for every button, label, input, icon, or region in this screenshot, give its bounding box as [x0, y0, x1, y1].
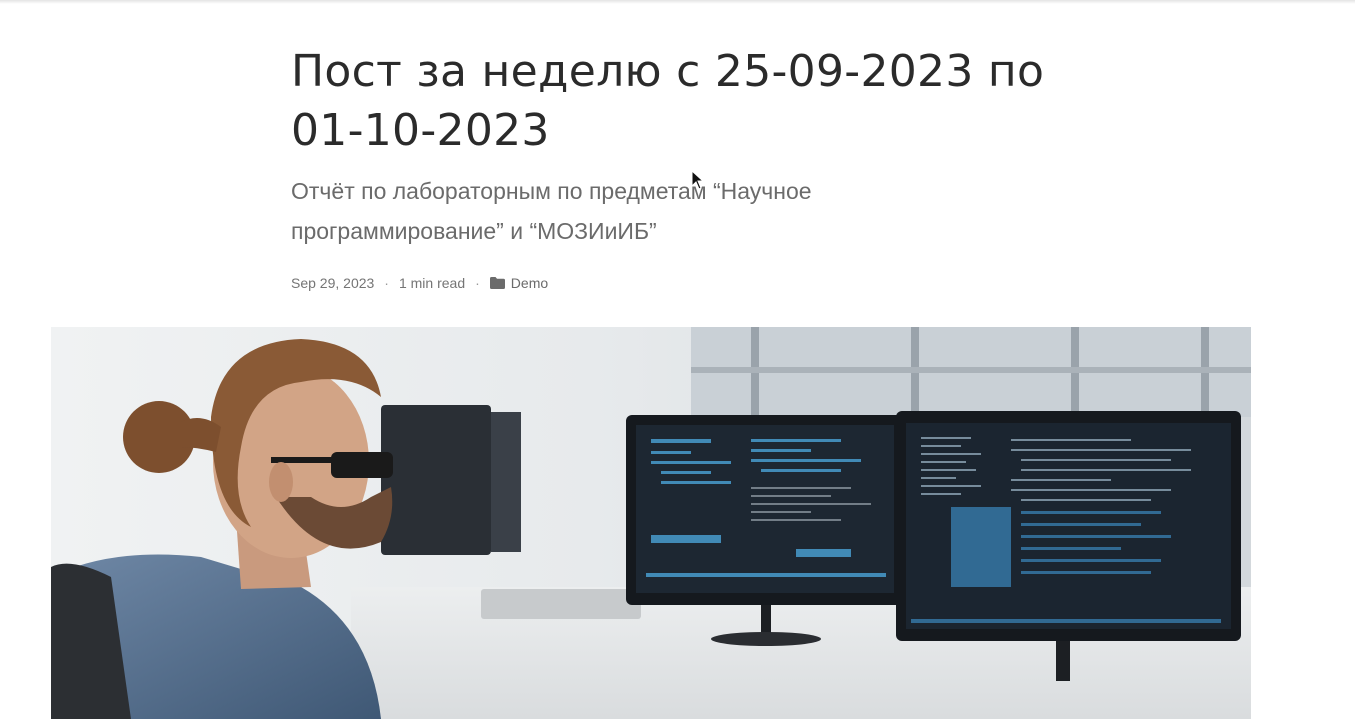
post-subtitle: Отчёт по лабораторным по предметам “Науч…: [291, 178, 812, 244]
top-shadow: [0, 0, 1355, 4]
folder-icon: [489, 277, 505, 289]
category-label: Demo: [510, 275, 549, 291]
mouse-cursor-icon: [691, 170, 705, 190]
programmer-at-monitors-photo: [51, 327, 1251, 719]
category-link[interactable]: Demo: [489, 275, 549, 291]
hero-image: [51, 327, 1251, 719]
meta-separator: ·: [475, 275, 480, 291]
meta-separator: ·: [384, 275, 389, 291]
read-time: 1 min read: [398, 275, 466, 291]
page-title: Пост за неделю с 25-09-2023 по 01-10-202…: [291, 46, 1045, 156]
post-date: Sep 29, 2023: [291, 275, 375, 291]
post-meta: Sep 29, 2023 · 1 min read · Demo: [291, 273, 548, 293]
